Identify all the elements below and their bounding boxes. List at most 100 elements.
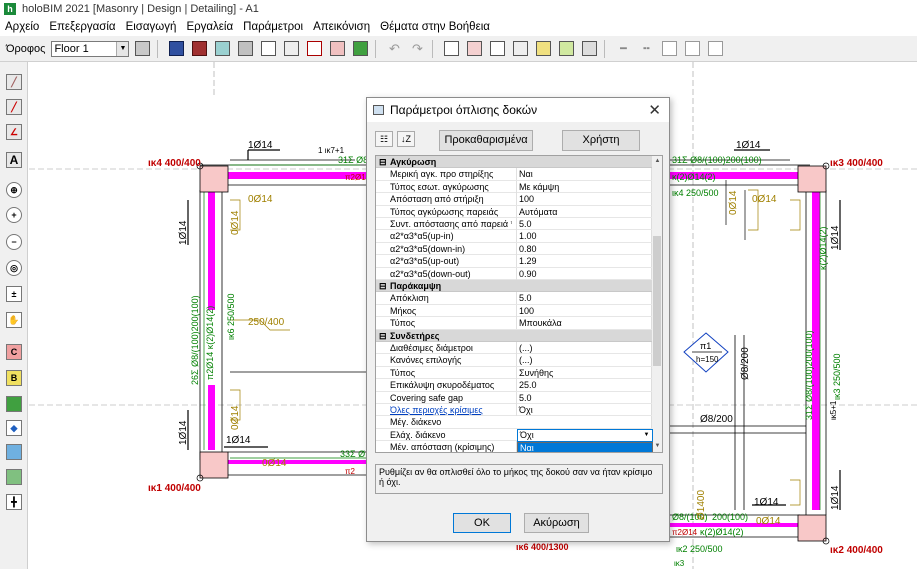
property-category[interactable]: ⊟ Παράκαμψη: [376, 280, 652, 293]
tool-beam-2[interactable]: ╱: [4, 97, 24, 117]
property-row[interactable]: Τύπος εσωτ. αγκύρωσης Με κάμψη: [376, 180, 652, 194]
preview-button[interactable]: [258, 39, 278, 59]
property-row[interactable]: Όλες περιοχές κρίσιμες Όχι: [376, 404, 652, 417]
tool-pan[interactable]: ✋: [4, 310, 24, 330]
tool-column[interactable]: C: [4, 342, 24, 362]
tool-beam-red[interactable]: [4, 394, 24, 414]
save-as-button[interactable]: [189, 39, 209, 59]
property-value[interactable]: (...): [516, 354, 652, 367]
property-row[interactable]: Απόκλιση 5.0: [376, 292, 652, 305]
menu-item[interactable]: Απεικόνιση: [308, 21, 375, 33]
import-button[interactable]: [212, 39, 232, 59]
property-grid-scrollbar[interactable]: ▲ ▼: [651, 156, 662, 452]
property-row[interactable]: α2*α3*α5(down-out) 0.90: [376, 267, 652, 280]
property-value[interactable]: 5.0: [516, 292, 652, 305]
close-icon[interactable]: ✕: [648, 101, 661, 119]
property-row[interactable]: Απόσταση από στήριξη 100: [376, 193, 652, 206]
property-value[interactable]: Μπουκάλα: [516, 317, 652, 330]
property-row[interactable]: Επικάλυψη σκυροδέματος 25.0: [376, 379, 652, 392]
property-value[interactable]: 25.0: [516, 379, 652, 392]
error-check-button[interactable]: [327, 39, 347, 59]
tool-zoom-all[interactable]: ⊕: [4, 180, 24, 200]
cancel-button[interactable]: Ακύρωση: [524, 513, 589, 533]
property-row[interactable]: Συντ. απόστασης από παρειά * α 5.0: [376, 218, 652, 231]
tool-beam-3[interactable]: ∠: [4, 122, 24, 142]
building-button-3[interactable]: [533, 39, 553, 59]
tool-mesh[interactable]: [4, 467, 24, 487]
dropdown-option[interactable]: Ναι: [518, 443, 652, 452]
tool-text[interactable]: A: [4, 150, 24, 170]
menu-item[interactable]: Αρχείο: [0, 21, 44, 33]
hammer-button[interactable]: [235, 39, 255, 59]
tool-zoom-pan[interactable]: ±: [4, 284, 24, 304]
undo-button[interactable]: ↶: [384, 39, 404, 59]
property-value[interactable]: Με κάμψη: [516, 180, 652, 193]
wall-tool-button[interactable]: [659, 39, 679, 59]
property-row[interactable]: Μέγ. διάκενο: [376, 416, 652, 429]
tool-zoom-window[interactable]: ◎: [4, 258, 24, 278]
property-row[interactable]: Κανόνες επιλογής (...): [376, 354, 652, 367]
property-value[interactable]: (...): [516, 342, 652, 354]
chevron-down-icon[interactable]: ▼: [116, 41, 129, 56]
collapse-icon[interactable]: ⊟: [379, 330, 387, 342]
property-value[interactable]: Συνήθης: [516, 366, 652, 379]
scrollbar-thumb[interactable]: [653, 236, 661, 366]
floor-manage-button[interactable]: [132, 39, 152, 59]
menu-item[interactable]: Παράμετροι: [238, 21, 308, 33]
critical-areas-combo[interactable]: Όχι ▼: [517, 428, 653, 442]
tool-dimension[interactable]: ╋: [4, 492, 24, 512]
line-tool-button-1[interactable]: ━: [613, 39, 633, 59]
opening-tool-button[interactable]: [682, 39, 702, 59]
chevron-down-icon[interactable]: ▼: [641, 430, 652, 441]
ok-button[interactable]: ΟΚ: [453, 513, 511, 533]
menu-item[interactable]: Εργαλεία: [181, 21, 238, 33]
scroll-up-icon[interactable]: ▲: [652, 156, 662, 167]
user-button[interactable]: Χρήστη: [562, 130, 640, 151]
property-value[interactable]: 100: [516, 193, 652, 206]
property-value[interactable]: Ναι: [516, 168, 652, 181]
tool-zoom-in[interactable]: +: [4, 205, 24, 225]
property-value[interactable]: Αυτόματα: [516, 205, 652, 218]
property-value[interactable]: 5.0: [516, 218, 652, 230]
property-category[interactable]: ⊟ Συνδετήρες: [376, 329, 652, 342]
tool-beam[interactable]: B: [4, 368, 24, 388]
property-row[interactable]: Μερική αγκ. προ στηρίξης Ναι: [376, 168, 652, 181]
column-beam-button-1[interactable]: [441, 39, 461, 59]
property-row[interactable]: α2*α3*α5(up-in) 1.00: [376, 230, 652, 243]
column-beam-button-2[interactable]: [464, 39, 484, 59]
property-value[interactable]: 0.90: [516, 267, 652, 280]
property-value[interactable]: 100: [516, 304, 652, 317]
building-button-2[interactable]: [510, 39, 530, 59]
property-value[interactable]: 1.00: [516, 230, 652, 243]
collapse-icon[interactable]: ⊟: [379, 280, 387, 292]
tool-beam-1[interactable]: ╱: [4, 72, 24, 92]
property-row[interactable]: Covering safe gap 5.0: [376, 391, 652, 404]
menu-item[interactable]: Επεξεργασία: [44, 21, 120, 33]
menu-item[interactable]: Θέματα στην Βοήθεια: [375, 21, 495, 33]
defaults-button[interactable]: Προκαθαρισμένα: [439, 130, 533, 151]
report-button[interactable]: [350, 39, 370, 59]
categorized-view-button[interactable]: ☷: [375, 131, 393, 147]
building-button-4[interactable]: [556, 39, 576, 59]
scroll-down-icon[interactable]: ▼: [652, 441, 662, 452]
grid-tool-button[interactable]: [705, 39, 725, 59]
redo-button[interactable]: ↷: [407, 39, 427, 59]
property-value[interactable]: Όχι: [516, 404, 652, 416]
save-button[interactable]: [166, 39, 186, 59]
frame-button[interactable]: [304, 39, 324, 59]
print-button[interactable]: [281, 39, 301, 59]
building-button-1[interactable]: [487, 39, 507, 59]
property-row[interactable]: Τύπος αγκύρωσης παρειάς Αυτόματα: [376, 205, 652, 218]
slab-button[interactable]: [579, 39, 599, 59]
line-tool-button-2[interactable]: ╍: [636, 39, 656, 59]
property-category[interactable]: ⊟ Αγκύρωση: [376, 156, 652, 169]
property-row[interactable]: Μήκος 100: [376, 304, 652, 318]
tool-slab[interactable]: [4, 442, 24, 462]
menu-item[interactable]: Εισαγωγή: [121, 21, 182, 33]
collapse-icon[interactable]: ⊟: [379, 156, 387, 168]
property-row[interactable]: Τύπος Μπουκάλα: [376, 317, 652, 330]
property-row[interactable]: α2*α3*α5(down-in) 0.80: [376, 242, 652, 256]
floor-select[interactable]: Floor 1 ▼: [51, 40, 130, 57]
property-value[interactable]: 0.80: [516, 242, 652, 255]
property-row[interactable]: Τύπος Συνήθης: [376, 366, 652, 380]
